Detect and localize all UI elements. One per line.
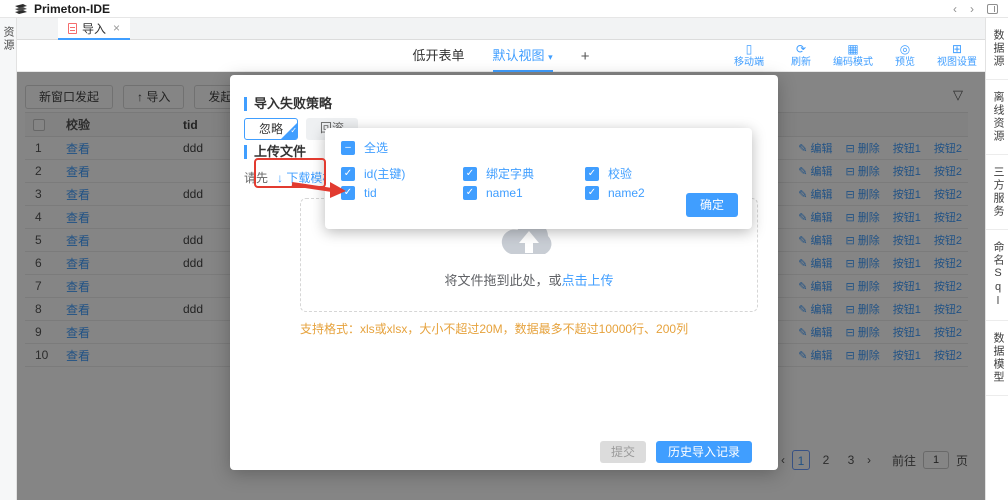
sidebar-item[interactable]: 数据源 [986, 18, 1008, 80]
code-mode-button[interactable]: ▦编码模式 [831, 42, 875, 70]
sidebar-item[interactable]: 离线资源 [986, 80, 1008, 155]
tab-label: 导入 [82, 20, 106, 37]
checkbox-row: ✓id(主键)✓绑定字典✓校验 [341, 165, 707, 182]
field-checkbox-item[interactable]: ✓ 绑定字典 [463, 165, 585, 182]
toolbar-button-label: 预览 [895, 57, 915, 68]
tabbar: 导入 × [17, 18, 985, 40]
app-logo-icon [14, 3, 28, 15]
checkbox-checked-icon[interactable]: ✓ [585, 186, 599, 200]
toolbar-button-label: 刷新 [791, 57, 811, 68]
checkbox-checked-icon[interactable]: ✓ [463, 167, 477, 181]
select-all-label: 全选 [364, 139, 388, 156]
dropzone-text: 将文件拖到此处，或 [444, 273, 561, 288]
annotation-arrow-icon [290, 179, 348, 201]
code-mode-icon: ▦ [831, 42, 875, 57]
checkbox-checked-icon[interactable]: ✓ [585, 167, 599, 181]
nav-back-icon[interactable]: ‹ [953, 2, 957, 16]
field-checkbox-item[interactable]: ✓id(主键) [341, 165, 463, 182]
right-sidebar: 数据源离线资源三方服务命名Sql数据模型 [985, 18, 1008, 500]
checkbox-label: name2 [608, 186, 645, 200]
toolbar-button-label: 视图设置 [937, 57, 977, 68]
checkbox-label: name1 [486, 186, 523, 200]
checkbox-row: ✓tid✓name1✓name2 [341, 186, 707, 200]
layout-toggle-icon[interactable] [987, 4, 998, 14]
refresh-button[interactable]: ⟳刷新 [779, 42, 823, 70]
checkbox-label: 校验 [608, 165, 632, 182]
titlebar: Primeton-IDE ‹ › [0, 0, 1008, 18]
preview-button[interactable]: ◎预览 [883, 42, 927, 70]
click-upload-link[interactable]: 点击上传 [562, 273, 614, 288]
strategy-tab-ignore[interactable]: 忽略 ✓ [244, 118, 298, 140]
close-icon[interactable]: × [113, 21, 120, 35]
toolbar-button-label: 移动端 [734, 57, 764, 68]
document-icon [68, 23, 77, 34]
format-hint: 支持格式：xls或xlsx，大小不超过20M，数据最多不超过10000行、200… [300, 320, 688, 337]
toolbar-right: ▯移动端 ⟳刷新 ▦编码模式 ◎预览 ⊞视图设置 [727, 42, 979, 70]
field-checkbox-item[interactable]: ✓ name1 [463, 186, 585, 200]
add-view-button[interactable]: + [581, 48, 590, 65]
toolbar: 低开表单 默认视图 ▾ + ▯移动端 ⟳刷新 ▦编码模式 ◎预览 ⊞视图设置 [17, 40, 985, 72]
app-title: Primeton-IDE [34, 2, 110, 16]
checkbox-label: tid [364, 186, 377, 200]
mobile-button[interactable]: ▯移动端 [727, 42, 771, 70]
checkbox-indeterminate-icon[interactable]: – [341, 141, 355, 155]
view-settings-icon: ⊞ [935, 42, 979, 57]
toolbar-button-label: 编码模式 [833, 57, 873, 68]
refresh-icon: ⟳ [779, 42, 823, 57]
sidebar-item[interactable]: 数据模型 [986, 321, 1008, 396]
left-sidebar: 资源 [0, 18, 17, 500]
confirm-button[interactable]: 确定 [686, 193, 738, 217]
tab-low-code-form[interactable]: 低开表单 [413, 40, 465, 72]
preview-icon: ◎ [883, 42, 927, 57]
mobile-icon: ▯ [727, 42, 771, 57]
sidebar-item[interactable]: 三方服务 [986, 155, 1008, 230]
nav-forward-icon[interactable]: › [970, 2, 974, 16]
tab-default-view[interactable]: 默认视图 ▾ [493, 40, 553, 72]
section-title-upload-file: 上传文件 [244, 145, 306, 159]
view-settings-button[interactable]: ⊞视图设置 [935, 42, 979, 70]
submit-button[interactable]: 提交 [600, 441, 646, 463]
field-checkbox-item[interactable]: ✓ 校验 [585, 165, 707, 182]
history-import-button[interactable]: 历史导入记录 [656, 441, 752, 463]
field-checkbox-item[interactable]: ✓tid [341, 186, 463, 200]
tab-import[interactable]: 导入 × [58, 18, 130, 40]
chevron-down-icon: ▾ [548, 52, 553, 62]
primeton-ide-window: Primeton-IDE ‹ › 资源 数据源离线资源三方服务命名Sql数据模型… [0, 0, 1008, 500]
check-icon: ✓ [290, 121, 297, 140]
select-all-item[interactable]: – 全选 [341, 139, 388, 156]
checkbox-label: id(主键) [364, 165, 405, 182]
section-title-failure-strategy: 导入失败策略 [244, 97, 332, 111]
checkbox-label: 绑定字典 [486, 165, 534, 182]
checkbox-checked-icon[interactable]: ✓ [463, 186, 477, 200]
sidebar-item[interactable]: 命名Sql [986, 230, 1008, 321]
field-select-popup: – 全选 ✓id(主键)✓绑定字典✓校验✓tid✓name1✓name2 确定 [325, 128, 752, 229]
sidebar-item-resources[interactable]: 资源 [0, 26, 16, 52]
